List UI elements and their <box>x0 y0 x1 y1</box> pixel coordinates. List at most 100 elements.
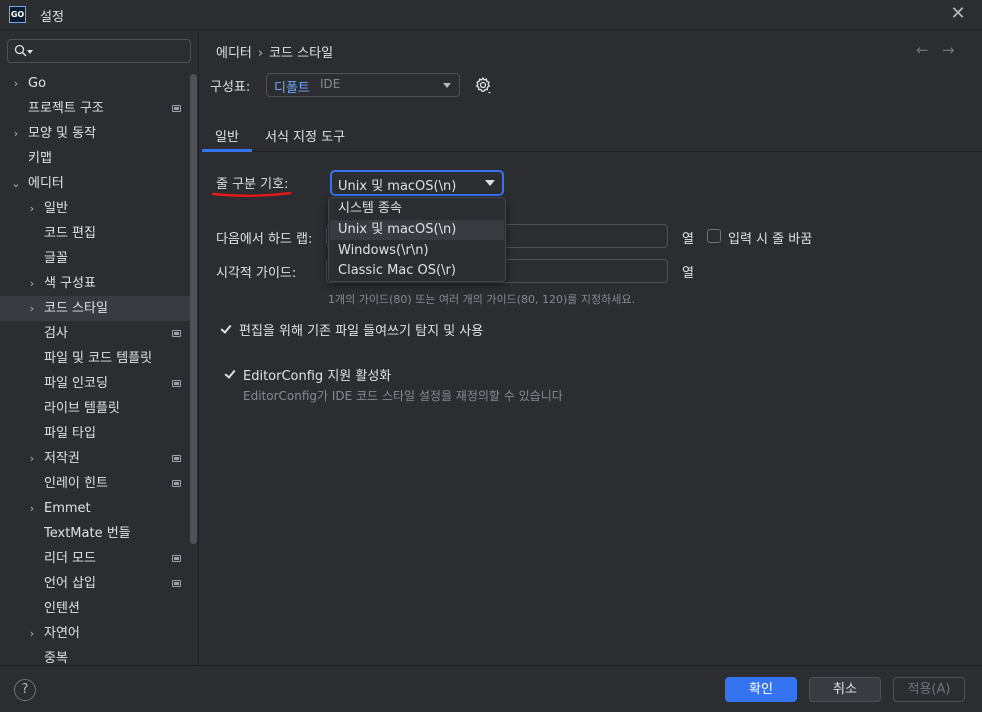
sidebar-item[interactable]: 검사 <box>0 321 190 346</box>
forward-arrow-icon[interactable]: → <box>942 41 955 59</box>
search-icon <box>14 44 27 57</box>
sidebar-item[interactable]: › 색 구성표 <box>0 271 190 296</box>
project-scope-icon <box>172 380 181 387</box>
chevron-right-icon[interactable]: › <box>10 121 22 146</box>
tab-formatter[interactable]: 서식 지정 도구 <box>252 126 358 152</box>
option-system-dependent[interactable]: 시스템 종속 <box>330 199 504 219</box>
project-scope-icon <box>172 455 181 462</box>
sidebar-item-label: 라이브 템플릿 <box>44 401 120 416</box>
sidebar-item[interactable]: › 모양 및 동작 <box>0 121 190 146</box>
dialog-footer: ? 확인 취소 적용(A) <box>0 665 982 712</box>
sidebar-item-label: Go <box>28 76 47 91</box>
line-separator-dropdown[interactable]: Unix 및 macOS(\n) <box>330 170 504 196</box>
scheme-dropdown[interactable]: 디폴트 IDE <box>266 73 460 97</box>
sidebar-item-label: 모양 및 동작 <box>28 126 97 141</box>
project-scope-icon <box>172 330 181 337</box>
settings-tree: › Go 프로젝트 구조 › 모양 및 동작 키맵 ⌄ 에디터 › 일반 코드 편집 글꼴 › 색 구성표… <box>0 71 190 665</box>
sidebar-item[interactable]: 키맵 <box>0 146 190 171</box>
chevron-right-icon[interactable]: › <box>10 71 22 96</box>
tab-general[interactable]: 일반 <box>202 126 252 152</box>
sidebar-item[interactable]: › Emmet <box>0 496 190 521</box>
detect-indent-label[interactable]: 편집을 위해 기존 파일 들여쓰기 탐지 및 사용 <box>239 320 483 339</box>
close-button[interactable]: ✕ <box>948 4 968 24</box>
visual-guides-hint: 1개의 가이드(80) 또는 여러 개의 가이드(80, 120)를 지정하세요… <box>328 293 636 306</box>
ok-button[interactable]: 확인 <box>725 677 797 702</box>
search-options-chevron-icon[interactable] <box>27 50 33 54</box>
sidebar-item[interactable]: 파일 인코딩 <box>0 371 190 396</box>
sidebar-item[interactable]: › 일반 <box>0 196 190 221</box>
chevron-down-icon[interactable]: ⌄ <box>10 171 22 196</box>
help-button[interactable]: ? <box>14 679 36 701</box>
sidebar-item-label: 글꼴 <box>44 251 68 266</box>
sidebar-item-label: 일반 <box>44 201 68 216</box>
sidebar-item[interactable]: 코드 편집 <box>0 221 190 246</box>
sidebar-item-label: TextMate 번들 <box>44 526 131 541</box>
apply-button[interactable]: 적용(A) <box>893 677 965 702</box>
sidebar-item[interactable]: 인레이 힌트 <box>0 471 190 496</box>
option-unix-macos[interactable]: Unix 및 macOS(\n) <box>330 220 504 240</box>
sidebar-item[interactable]: 글꼴 <box>0 246 190 271</box>
visual-guides-label: 시각적 가이드: <box>216 266 297 281</box>
editorconfig-label[interactable]: EditorConfig 지원 활성화 <box>243 365 391 384</box>
back-arrow-icon[interactable]: ← <box>916 41 929 59</box>
cancel-button[interactable]: 취소 <box>809 677 881 702</box>
sidebar-item-label: 인레이 힌트 <box>44 476 108 491</box>
sidebar-item[interactable]: 파일 및 코드 템플릿 <box>0 346 190 371</box>
sidebar-item[interactable]: › Go <box>0 71 190 96</box>
red-underline-annotation <box>212 191 292 197</box>
chevron-right-icon[interactable]: › <box>26 496 38 521</box>
search-input[interactable] <box>36 42 186 60</box>
sidebar-item[interactable]: › 저작권 <box>0 446 190 471</box>
option-windows[interactable]: Windows(\r\n) <box>330 241 504 261</box>
sidebar-item[interactable]: 인텐션 <box>0 596 190 621</box>
sidebar-item[interactable]: 중복 <box>0 646 190 665</box>
sidebar-item-label: 저작권 <box>44 451 80 466</box>
editorconfig-checkbox[interactable] <box>222 366 236 380</box>
chevron-right-icon[interactable]: › <box>26 271 38 296</box>
window-title: 설정 <box>40 10 64 25</box>
sidebar-item-label: 키맵 <box>28 151 52 166</box>
sidebar-item[interactable]: TextMate 번들 <box>0 521 190 546</box>
option-classic-mac[interactable]: Classic Mac OS(\r) <box>330 261 504 281</box>
goland-logo-icon: GO <box>9 6 26 23</box>
gear-icon[interactable] <box>474 76 492 94</box>
project-scope-icon <box>172 105 181 112</box>
settings-sidebar: › Go 프로젝트 구조 › 모양 및 동작 키맵 ⌄ 에디터 › 일반 코드 편집 글꼴 › 색 구성표… <box>0 31 199 665</box>
sidebar-scrollbar[interactable] <box>190 74 197 544</box>
scheme-scope: IDE <box>320 77 341 91</box>
chevron-right-icon[interactable]: › <box>26 196 38 221</box>
wrap-on-typing-checkbox[interactable] <box>707 229 721 243</box>
settings-content: 에디터 › 코드 스타일 ← → 구성표: 디폴트 IDE 일반 서식 지정 도구 … <box>200 31 982 665</box>
sidebar-item[interactable]: 언어 삽입 <box>0 571 190 596</box>
detect-indent-checkbox[interactable] <box>218 321 232 335</box>
editorconfig-hint: EditorConfig가 IDE 코드 스타일 설정을 재정의할 수 있습니다 <box>243 389 563 403</box>
sidebar-item-label: 자연어 <box>44 626 80 641</box>
chevron-right-icon[interactable]: › <box>26 446 38 471</box>
sidebar-item[interactable]: › 자연어 <box>0 621 190 646</box>
project-scope-icon <box>172 580 181 587</box>
sidebar-item-label: 색 구성표 <box>44 276 96 291</box>
sidebar-item-label: 언어 삽입 <box>44 576 96 591</box>
sidebar-item-label: 파일 인코딩 <box>44 376 108 391</box>
breadcrumb-separator: › <box>257 46 264 61</box>
sidebar-item[interactable]: ⌄ 에디터 <box>0 171 190 196</box>
sidebar-item[interactable]: 파일 타입 <box>0 421 190 446</box>
sidebar-item[interactable]: 라이브 템플릿 <box>0 396 190 421</box>
settings-search[interactable] <box>7 39 191 63</box>
sidebar-item-label: 검사 <box>44 326 68 341</box>
sidebar-item-label: 코드 스타일 <box>44 301 108 316</box>
chevron-right-icon[interactable]: › <box>26 296 38 321</box>
tab-bar: 일반 서식 지정 도구 <box>200 123 982 152</box>
chevron-right-icon[interactable]: › <box>26 621 38 646</box>
project-scope-icon <box>172 555 181 562</box>
sidebar-item[interactable]: › 코드 스타일 <box>0 296 190 321</box>
sidebar-item-label: 인텐션 <box>44 601 80 616</box>
sidebar-item-label: 파일 및 코드 템플릿 <box>44 351 153 366</box>
breadcrumb-parent[interactable]: 에디터 <box>216 46 252 61</box>
wrap-on-typing-label[interactable]: 입력 시 줄 바꿈 <box>728 228 812 247</box>
breadcrumb: 에디터 › 코드 스타일 <box>216 42 333 61</box>
sidebar-item[interactable]: 리더 모드 <box>0 546 190 571</box>
sidebar-item[interactable]: 프로젝트 구조 <box>0 96 190 121</box>
project-scope-icon <box>172 480 181 487</box>
title-bar: GO 설정 ✕ <box>0 0 982 30</box>
